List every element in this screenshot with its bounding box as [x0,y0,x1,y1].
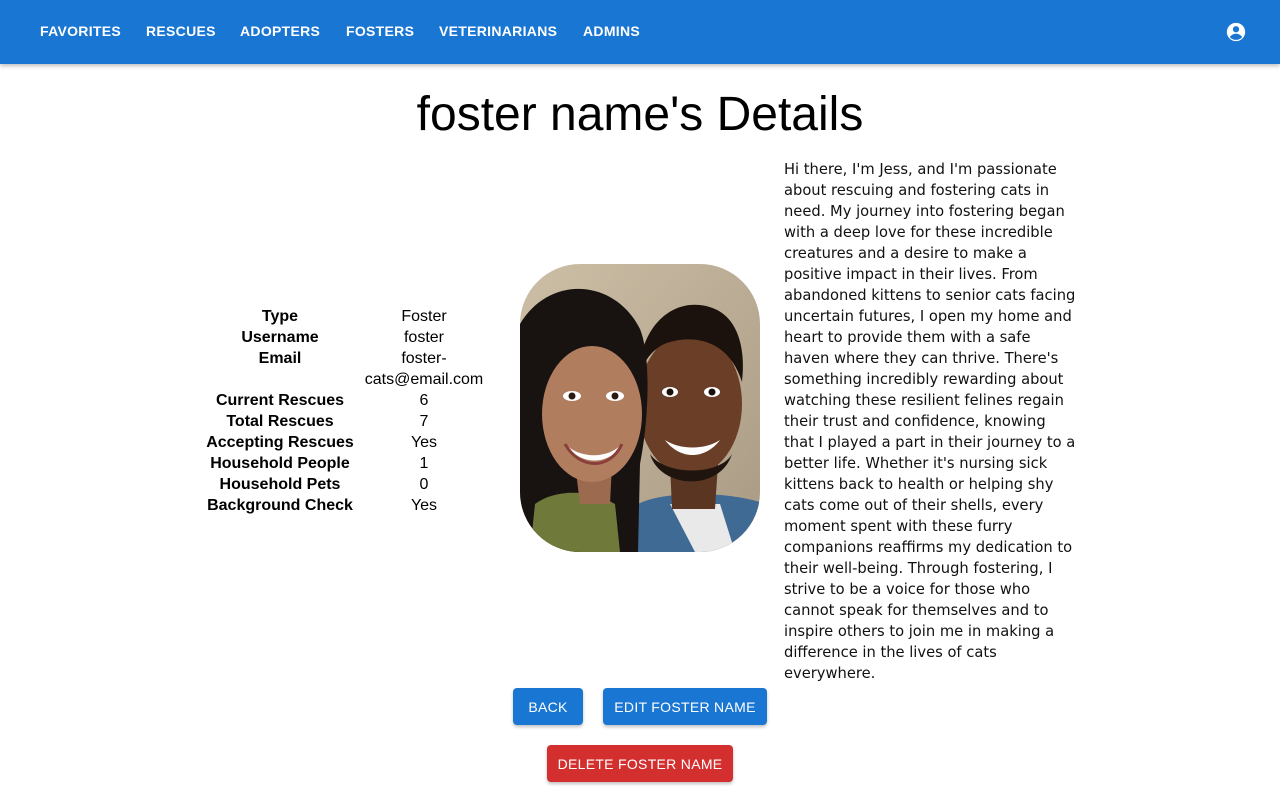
detail-value: Yes [410,434,438,451]
nav-adopters[interactable]: ADOPTERS [240,22,320,40]
detail-row-type: Type Foster [196,306,496,327]
detail-label: Total Rescues [226,413,334,430]
detail-label: Household People [210,455,350,472]
detail-value: 1 [419,455,429,472]
detail-label: Type [261,308,299,325]
detail-value: 6 [419,392,429,409]
detail-row-total-rescues: Total Rescues 7 [196,411,496,432]
email-value-part: cats@email.com [364,371,484,388]
detail-label: Household Pets [219,476,341,493]
foster-details-table: Type Foster Username foster Email foster… [196,306,496,516]
detail-row-household-pets: Household Pets 0 [196,474,496,495]
detail-value: 7 [419,413,429,430]
detail-value: foster [403,329,444,346]
nav-rescues[interactable]: RESCUES [146,22,216,40]
nav-favorites[interactable]: FAVORITES [40,22,121,40]
detail-label: Current Rescues [215,392,345,409]
detail-value: foster- cats@email.com [364,348,484,390]
nav-admins[interactable]: ADMINS [583,22,640,40]
foster-photo [520,264,760,552]
detail-value: Foster [401,308,447,325]
delete-foster-button[interactable]: DELETE FOSTER NAME [547,745,733,782]
detail-row-household-people: Household People 1 [196,453,496,474]
page-title: foster name's Details [416,88,864,141]
detail-value: Yes [410,497,438,514]
foster-bio: Hi there, I'm Jess, and I'm passionate a… [784,161,1076,682]
app-bar: FAVORITES RESCUES ADOPTERS FOSTERS VETER… [0,0,1280,64]
edit-foster-button[interactable]: EDIT FOSTER NAME [603,688,767,725]
detail-row-accepting-rescues: Accepting Rescues Yes [196,432,496,453]
detail-label: Username [241,329,319,346]
detail-row-username: Username foster [196,327,496,348]
detail-label: Email [258,350,302,367]
detail-label: Background Check [207,497,353,514]
email-value-part: foster- [401,350,447,367]
account-circle-icon[interactable] [1225,21,1247,43]
nav-veterinarians[interactable]: VETERINARIANS [439,22,557,40]
nav-fosters[interactable]: FOSTERS [346,22,414,40]
detail-row-background-check: Background Check Yes [196,495,496,516]
detail-label: Accepting Rescues [206,434,354,451]
back-button[interactable]: BACK [513,688,583,725]
detail-row-email: Email foster- cats@email.com [196,348,496,390]
detail-row-current-rescues: Current Rescues 6 [196,390,496,411]
detail-value: 0 [419,476,429,493]
foster-portrait-image [520,264,760,552]
